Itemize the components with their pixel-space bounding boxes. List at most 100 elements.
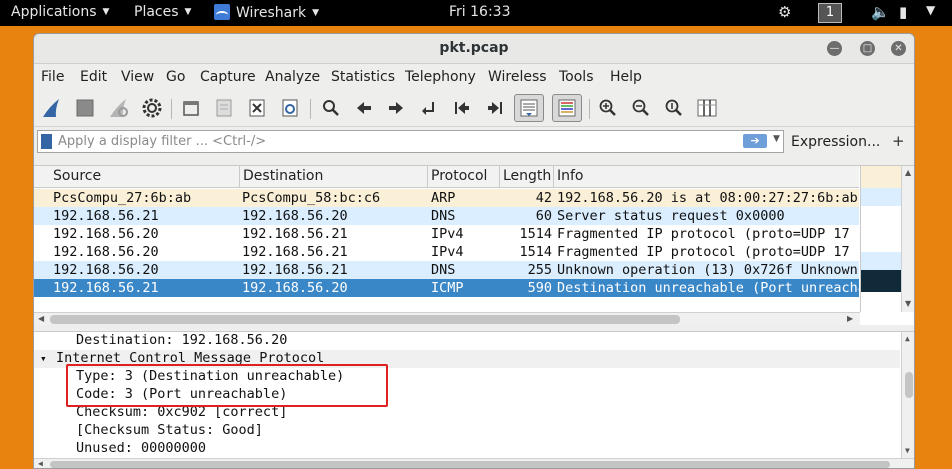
system-menu-chevron-icon[interactable]: ▼: [926, 3, 935, 17]
menu-view[interactable]: View: [121, 69, 154, 85]
packet-row[interactable]: 192.168.56.21 192.168.56.20 DNS 60 Serve…: [34, 207, 859, 225]
applications-label: Applications: [11, 4, 97, 20]
column-header-source[interactable]: Source: [50, 168, 240, 188]
scroll-left-icon[interactable]: ◀: [38, 314, 44, 323]
cell-destination: 192.168.56.21: [242, 226, 348, 242]
shark-fin-start-icon[interactable]: [39, 95, 65, 121]
cell-length: 42: [535, 190, 552, 206]
column-header-protocol[interactable]: Protocol: [428, 168, 500, 188]
menu-help[interactable]: Help: [610, 69, 642, 85]
window-title: pkt.pcap: [439, 40, 509, 56]
title-bar[interactable]: pkt.pcap — □ ✕: [34, 34, 914, 64]
menu-tools[interactable]: Tools: [559, 69, 594, 85]
packet-row[interactable]: 192.168.56.20 192.168.56.21 IPv4 1514 Fr…: [34, 243, 859, 261]
reload-icon[interactable]: [277, 95, 303, 121]
menu-file[interactable]: File: [41, 69, 64, 85]
places-menu[interactable]: Places ▼: [134, 4, 191, 20]
forward-arrow-icon[interactable]: [383, 95, 409, 121]
packet-row[interactable]: PcsCompu_27:6b:ab PcsCompu_58:bc:c6 ARP …: [34, 189, 859, 207]
packet-row-selected[interactable]: 192.168.56.21 192.168.56.20 ICMP 590 Des…: [34, 279, 859, 297]
scroll-right-icon[interactable]: ▶: [847, 314, 853, 323]
detail-line[interactable]: Destination: 192.168.56.20: [34, 332, 900, 350]
workspace-indicator[interactable]: 1: [818, 3, 842, 23]
scroll-up-icon[interactable]: ▲: [905, 334, 910, 343]
open-folder-icon[interactable]: [178, 95, 204, 121]
detail-line[interactable]: Unused: 00000000: [34, 440, 900, 458]
menu-capture[interactable]: Capture: [200, 69, 256, 85]
pane-splitter[interactable]: [34, 325, 914, 332]
packet-row[interactable]: 192.168.56.20 192.168.56.21 DNS 255 Unkn…: [34, 261, 859, 279]
clock[interactable]: Fri 16:33: [449, 4, 510, 20]
column-header-info[interactable]: Info: [554, 168, 859, 188]
menu-edit[interactable]: Edit: [80, 69, 107, 85]
goto-packet-icon[interactable]: [416, 95, 442, 121]
packet-row[interactable]: 192.168.56.20 192.168.56.21 IPv4 1514 Fr…: [34, 225, 859, 243]
column-header-destination[interactable]: Destination: [240, 168, 427, 188]
scroll-up-icon[interactable]: ▲: [905, 168, 911, 177]
cell-length: 590: [527, 280, 552, 296]
detail-line[interactable]: [Checksum Status: Good]: [34, 422, 900, 440]
cell-protocol: IPv4: [431, 226, 464, 242]
toolbar-separator: [171, 99, 172, 119]
scrollbar-thumb[interactable]: [905, 372, 913, 398]
filter-history-chevron-icon[interactable]: ▼: [773, 134, 780, 144]
menu-telephony[interactable]: Telephony: [405, 69, 476, 85]
stop-square-icon[interactable]: [72, 95, 98, 121]
zoom-reset-icon[interactable]: [661, 95, 687, 121]
volume-icon[interactable]: 🔈: [871, 3, 890, 21]
cell-protocol: ICMP: [431, 280, 464, 296]
cell-length: 1514: [519, 226, 552, 242]
cell-info: Unknown operation (13) 0x726f Unknown: [557, 262, 858, 278]
cell-info: Fragmented IP protocol (proto=UDP 17: [557, 226, 850, 242]
restart-fin-icon[interactable]: [106, 95, 132, 121]
column-header-length[interactable]: Length: [500, 168, 553, 188]
menu-wireless[interactable]: Wireless: [488, 69, 547, 85]
autoscroll-icon[interactable]: [514, 94, 544, 122]
last-packet-icon[interactable]: [482, 95, 508, 121]
gear-options-icon[interactable]: [139, 95, 165, 121]
save-file-icon[interactable]: [211, 95, 237, 121]
apply-filter-arrow-icon[interactable]: ➔: [743, 134, 767, 148]
zoom-in-icon[interactable]: [595, 95, 621, 121]
minimize-button[interactable]: —: [827, 41, 842, 56]
back-arrow-icon[interactable]: [351, 95, 377, 121]
cell-length: 255: [527, 262, 552, 278]
menu-statistics[interactable]: Statistics: [331, 69, 395, 85]
details-vertical-scrollbar[interactable]: ▲ ▼: [901, 332, 914, 458]
scroll-down-icon[interactable]: ▼: [905, 446, 910, 455]
scrollbar-thumb[interactable]: [50, 315, 680, 324]
packet-minimap[interactable]: [860, 166, 901, 312]
scroll-down-icon[interactable]: ▼: [905, 299, 911, 308]
packet-list-horizontal-scrollbar[interactable]: ◀ ▶: [34, 312, 860, 326]
display-filter-input[interactable]: [58, 131, 738, 152]
applications-menu[interactable]: Applications ▼: [11, 4, 109, 20]
minimap-band: [861, 252, 901, 270]
menu-go[interactable]: Go: [166, 69, 185, 85]
scroll-left-icon[interactable]: ◀: [38, 459, 43, 468]
toolbar-separator: [589, 99, 590, 119]
close-button[interactable]: ✕: [891, 41, 906, 56]
display-filter-bar: ➔ ▼ Expression... +: [34, 127, 914, 157]
display-filter-box[interactable]: ➔ ▼: [37, 130, 784, 153]
expression-button[interactable]: Expression...: [791, 134, 880, 150]
devices-icon[interactable]: ⚙: [778, 3, 791, 21]
scrollbar-thumb[interactable]: [50, 461, 890, 468]
battery-icon[interactable]: ▮: [899, 3, 907, 21]
search-icon[interactable]: [318, 95, 344, 121]
active-app-menu[interactable]: Wireshark ▼: [214, 4, 319, 21]
maximize-button[interactable]: □: [860, 41, 875, 56]
bookmark-icon[interactable]: [41, 134, 52, 149]
packet-list-header: Source Destination Protocol Length Info: [34, 166, 859, 188]
first-packet-icon[interactable]: [449, 95, 475, 121]
resize-columns-icon[interactable]: [694, 95, 720, 121]
expander-down-icon[interactable]: ▾: [40, 352, 47, 365]
cell-source: PcsCompu_27:6b:ab: [53, 190, 192, 206]
packet-list-vertical-scrollbar[interactable]: ▲ ▼: [901, 166, 914, 312]
details-horizontal-scrollbar[interactable]: ◀: [34, 458, 914, 468]
zoom-out-icon[interactable]: [628, 95, 654, 121]
colorize-icon[interactable]: [552, 94, 582, 122]
cell-protocol: IPv4: [431, 244, 464, 260]
close-file-icon[interactable]: [244, 95, 270, 121]
add-filter-button[interactable]: +: [892, 132, 905, 150]
menu-analyze[interactable]: Analyze: [265, 69, 320, 85]
